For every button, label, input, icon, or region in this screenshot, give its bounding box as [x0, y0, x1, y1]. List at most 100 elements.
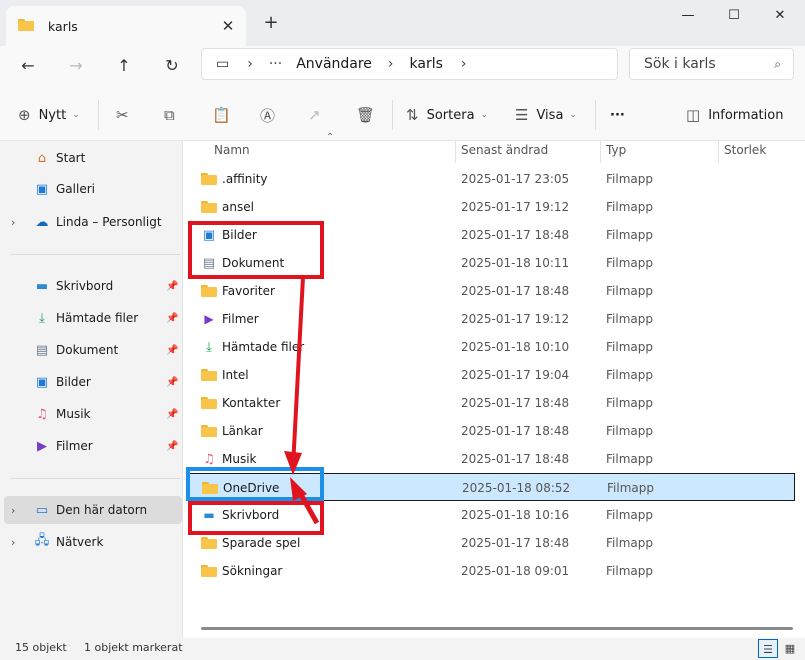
file-row[interactable]: Länkar 2025-01-17 18:48 Filmapp: [187, 417, 795, 445]
share-button[interactable]: ↗: [308, 104, 321, 126]
forward-button[interactable]: →: [62, 52, 90, 80]
chevron-down-icon: ⌄: [569, 110, 577, 120]
sidebar-item-filmer[interactable]: ▶ Filmer 📌: [0, 432, 182, 460]
expand-chevron-icon[interactable]: ›: [11, 216, 15, 229]
tab-close-icon[interactable]: ✕: [218, 16, 238, 36]
expand-chevron-icon[interactable]: ›: [11, 504, 15, 517]
file-row[interactable]: Intel 2025-01-17 19:04 Filmapp: [187, 361, 795, 389]
tiles-view-icon[interactable]: ▦: [780, 639, 800, 658]
pc-icon: ▭: [35, 502, 49, 518]
file-row[interactable]: Sparade spel 2025-01-17 18:48 Filmapp: [187, 529, 795, 557]
sidebar-item-skrivbord[interactable]: ▬ Skrivbord 📌: [0, 272, 182, 300]
trash-icon: 🗑: [356, 106, 376, 124]
rename-button[interactable]: Ⓐ: [260, 104, 275, 126]
details-view-icon[interactable]: ☰: [758, 639, 778, 658]
file-row[interactable]: ▬ Skrivbord 2025-01-18 10:16 Filmapp: [187, 501, 795, 529]
search-input[interactable]: Sök i karls ⌕: [629, 48, 794, 80]
up-button[interactable]: ↑: [110, 52, 138, 80]
file-date: 2025-01-17 18:48: [461, 536, 570, 550]
back-button[interactable]: ←: [14, 52, 42, 80]
breadcrumb-overflow-button[interactable]: ···: [269, 56, 282, 72]
close-button[interactable]: ✕: [757, 4, 803, 28]
file-name: Sökningar: [222, 564, 283, 578]
sidebar-item-label: Start: [56, 151, 86, 165]
sidebar-item-natverk[interactable]: › 🖧 Nätverk: [0, 528, 182, 556]
file-row[interactable]: Favoriter 2025-01-17 18:48 Filmapp: [187, 277, 795, 305]
file-row[interactable]: ⤓ Hämtade filer 2025-01-18 10:10 Filmapp: [187, 333, 795, 361]
rename-icon: Ⓐ: [260, 106, 276, 125]
file-type: Filmapp: [606, 284, 653, 298]
sidebar-item-onedrive-personal[interactable]: › ☁ Linda – Personligt: [0, 208, 182, 236]
file-list: ⌃ Namn Senast ändrad Typ Storlek .affini…: [183, 132, 805, 638]
file-row[interactable]: Sökningar 2025-01-18 09:01 Filmapp: [187, 557, 795, 585]
file-row[interactable]: ♫ Musik 2025-01-17 18:48 Filmapp: [187, 445, 795, 473]
file-row[interactable]: ▣ Bilder 2025-01-17 18:48 Filmapp: [187, 221, 795, 249]
file-date: 2025-01-17 18:48: [461, 228, 570, 242]
home-icon: ⌂: [37, 150, 47, 166]
folder-icon: [202, 482, 218, 494]
sidebar-item-galleri[interactable]: ▣ Galleri: [0, 175, 182, 203]
sidebar-item-label: Den här datorn: [56, 503, 148, 517]
file-row[interactable]: ansel 2025-01-17 19:12 Filmapp: [187, 193, 795, 221]
file-row[interactable]: .affinity 2025-01-17 23:05 Filmapp: [187, 165, 795, 193]
refresh-button[interactable]: ↻: [158, 52, 186, 80]
gallery-icon: ▣: [35, 181, 49, 197]
more-options-button[interactable]: ···: [610, 104, 625, 126]
column-header-type[interactable]: Typ: [606, 142, 626, 164]
clipboard-icon: 📋: [212, 106, 231, 124]
title-bar: karls ✕ + — ☐ ✕: [0, 0, 805, 46]
new-tab-button[interactable]: +: [260, 12, 282, 34]
folder-icon: [201, 565, 217, 577]
horizontal-scrollbar[interactable]: [201, 627, 793, 630]
search-icon: ⌕: [774, 57, 781, 71]
sidebar-item-den-har-datorn[interactable]: › ▭ Den här datorn: [4, 496, 182, 524]
column-divider[interactable]: [455, 141, 456, 163]
sidebar-item-musik[interactable]: ♫ Musik 📌: [0, 400, 182, 428]
breadcrumb-separator-icon[interactable]: ›: [461, 56, 467, 72]
column-divider[interactable]: [600, 141, 601, 163]
file-row[interactable]: ▤ Dokument 2025-01-18 10:11 Filmapp: [187, 249, 795, 277]
chevron-down-icon: ⌄: [480, 110, 489, 120]
file-type: Filmapp: [606, 228, 653, 242]
information-button[interactable]: ◫ Information: [686, 104, 783, 126]
information-label: Information: [708, 107, 784, 123]
copy-button[interactable]: ⧉: [164, 104, 175, 126]
music-icon: ♫: [203, 451, 215, 467]
file-type: Filmapp: [606, 452, 653, 466]
address-bar[interactable]: ▭ › ··· Användare › karls ›: [201, 48, 618, 80]
toolbar-divider: [98, 100, 99, 130]
file-row[interactable]: OneDrive 2025-01-18 08:52 Filmapp: [187, 473, 795, 501]
download-icon: ⤓: [39, 310, 45, 326]
file-row[interactable]: ▶ Filmer 2025-01-17 19:12 Filmapp: [187, 305, 795, 333]
breadcrumb-karls[interactable]: karls: [410, 56, 443, 72]
breadcrumb-anvandare[interactable]: Användare: [296, 56, 372, 72]
tab-karls[interactable]: karls ✕: [6, 6, 246, 46]
file-name: Kontakter: [222, 396, 281, 410]
paste-button[interactable]: 📋: [212, 104, 231, 126]
new-label: Nytt: [38, 107, 67, 123]
new-button[interactable]: ⊕ Nytt ⌄: [18, 104, 80, 126]
cut-button[interactable]: ✂: [116, 104, 129, 126]
file-row[interactable]: Kontakter 2025-01-17 18:48 Filmapp: [187, 389, 795, 417]
sort-button[interactable]: ⇅ Sortera ⌄: [406, 104, 488, 126]
delete-button[interactable]: 🗑: [356, 104, 375, 126]
column-header-modified[interactable]: Senast ändrad: [461, 142, 548, 164]
column-divider[interactable]: [718, 141, 719, 163]
sidebar-item-dokument[interactable]: ▤ Dokument 📌: [0, 336, 182, 364]
file-type: Filmapp: [606, 256, 653, 270]
minimize-button[interactable]: —: [665, 4, 711, 28]
sidebar-item-hamtade-filer[interactable]: ⤓ Hämtade filer 📌: [0, 304, 182, 332]
file-date: 2025-01-18 08:52: [462, 481, 571, 495]
column-header-size[interactable]: Storlek: [724, 142, 766, 164]
sidebar-divider: [10, 254, 180, 255]
folder-icon: [201, 425, 217, 437]
expand-chevron-icon[interactable]: ›: [11, 536, 15, 549]
sidebar-item-bilder[interactable]: ▣ Bilder 📌: [0, 368, 182, 396]
column-header-name[interactable]: Namn: [214, 142, 250, 164]
item-count: 15 objekt: [15, 641, 67, 654]
pictures-icon: ▣: [35, 374, 49, 390]
file-date: 2025-01-17 23:05: [461, 172, 570, 186]
view-button[interactable]: ☰ Visa ⌄: [515, 104, 577, 126]
sidebar-item-start[interactable]: ⌂ Start: [0, 144, 182, 172]
maximize-button[interactable]: ☐: [711, 4, 757, 28]
